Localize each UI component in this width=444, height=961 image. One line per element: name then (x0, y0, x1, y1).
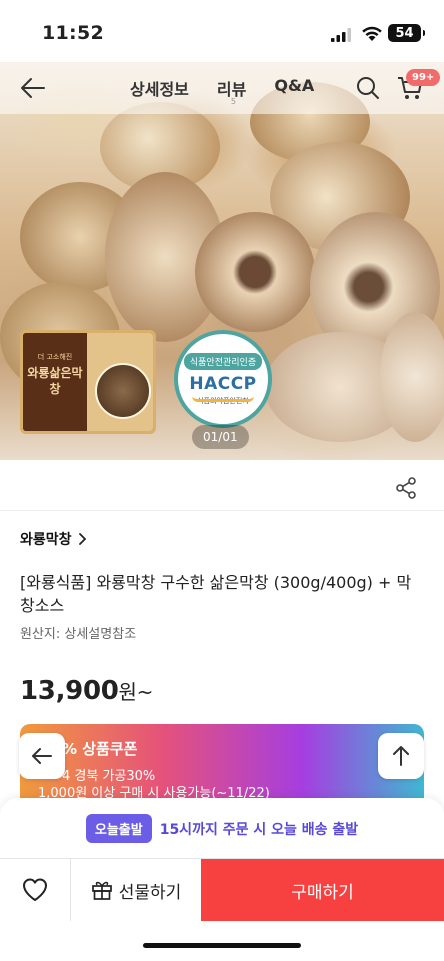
cart-count-badge: 99+ (406, 69, 441, 86)
status-time: 11:52 (42, 22, 104, 44)
shipping-info: 오늘출발 15시까지 주문 시 오늘 배송 출발 (0, 814, 444, 843)
haccp-main-text: HACCP (189, 373, 257, 394)
back-arrow-icon[interactable] (18, 74, 48, 102)
tab-reviews[interactable]: 리뷰 5 (217, 76, 246, 106)
top-navigation: 상세정보 리뷰 5 Q&A (0, 62, 444, 114)
arrow-left-icon (32, 748, 52, 764)
brand-link[interactable]: 와룡막창 (20, 529, 86, 549)
purchase-bottom-sheet: 오늘출발 15시까지 주문 시 오늘 배송 출발 선물하기 구매하기 (0, 798, 444, 961)
wishlist-button[interactable] (0, 859, 71, 921)
buy-button[interactable]: 구매하기 (201, 859, 444, 921)
scroll-top-button[interactable] (378, 733, 424, 779)
action-bar: 선물하기 구매하기 (0, 858, 444, 921)
signal-icon (331, 28, 351, 42)
share-icon[interactable] (395, 477, 417, 499)
arrow-up-icon (393, 746, 409, 766)
haccp-top-text: 식품안전관리인증 (183, 352, 263, 370)
image-page-indicator: 01/01 (192, 425, 249, 449)
product-box-text: 와룡삶은막창 (27, 366, 83, 396)
gift-label: 선물하기 (118, 882, 182, 903)
product-package-image: 더 고소해진 와룡삶은막창 (20, 330, 156, 434)
product-box-small-text: 더 고소해진 (37, 353, 73, 361)
review-count: 5 (230, 97, 236, 106)
today-shipping-badge: 오늘출발 (85, 814, 152, 843)
status-bar: 11:52 54 (0, 0, 444, 62)
tab-details[interactable]: 상세정보 (130, 76, 189, 100)
haccp-seal: 식품안전관리인증 HACCP 식품의약품안전처 (174, 330, 272, 428)
product-price: 13,900원~ (20, 676, 154, 707)
chevron-right-icon (78, 533, 86, 545)
product-title: [와룡식품] 와룡막창 구수한 삶은막창 (300g/400g) + 막창소스 (20, 573, 412, 616)
buy-label: 구매하기 (291, 882, 354, 903)
shipping-text: 15시까지 주문 시 오늘 배송 출발 (159, 821, 359, 838)
wifi-icon (362, 26, 382, 41)
home-indicator (143, 943, 301, 948)
floating-back-button[interactable] (19, 733, 65, 779)
search-icon[interactable] (355, 75, 381, 101)
share-row (0, 463, 444, 511)
product-info: 와룡막창 [와룡식품] 와룡막창 구수한 삶은막창 (300g/400g) + … (20, 520, 424, 706)
gift-button[interactable]: 선물하기 (71, 859, 201, 921)
coupon-title: % 상품쿠폰 (62, 740, 138, 758)
tab-qna[interactable]: Q&A (274, 76, 314, 100)
battery-indicator: 54 (388, 24, 425, 42)
gift-icon (91, 881, 112, 900)
product-origin: 원산지: 상세설명참조 (20, 627, 137, 643)
heart-icon (23, 878, 47, 901)
